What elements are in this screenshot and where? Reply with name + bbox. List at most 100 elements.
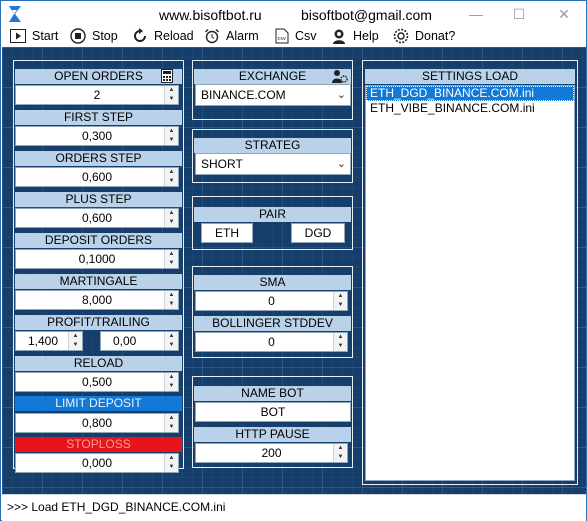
menu-alarm[interactable]: Alarm bbox=[204, 27, 259, 45]
spin-down-icon[interactable]: ▼ bbox=[334, 301, 347, 310]
spinner-arrows[interactable]: ▲ ▼ bbox=[333, 333, 347, 351]
deposit-orders-spinner[interactable]: 0,1000 ▲ ▼ bbox=[15, 249, 179, 269]
spin-up-icon[interactable]: ▲ bbox=[165, 250, 178, 259]
orders-step-spinner[interactable]: 0,600 ▲ ▼ bbox=[15, 167, 179, 187]
limit-deposit-value: 0,800 bbox=[81, 416, 113, 430]
http-pause-label: HTTP PAUSE bbox=[194, 427, 351, 442]
play-icon bbox=[10, 29, 26, 43]
spinner-arrows[interactable]: ▲ ▼ bbox=[164, 209, 178, 227]
app-logo-icon bbox=[9, 6, 21, 22]
limit-deposit-spinner[interactable]: 0,800 ▲ ▼ bbox=[15, 413, 179, 433]
bollinger-spinner[interactable]: 0 ▲ ▼ bbox=[195, 332, 348, 352]
pair-label: PAIR bbox=[194, 207, 351, 222]
http-pause-spinner[interactable]: 200 ▲ ▼ bbox=[195, 443, 348, 463]
menu-csv-label: Csv bbox=[295, 29, 317, 43]
first-step-value: 0,300 bbox=[81, 129, 113, 143]
spin-down-icon[interactable]: ▼ bbox=[69, 341, 82, 350]
spin-down-icon[interactable]: ▼ bbox=[165, 341, 178, 350]
first-step-spinner[interactable]: 0,300 ▲ ▼ bbox=[15, 126, 179, 146]
pair-quote-field[interactable]: DGD bbox=[291, 223, 345, 243]
spin-down-icon[interactable]: ▼ bbox=[334, 342, 347, 351]
svg-text:csv: csv bbox=[278, 36, 286, 42]
spin-down-icon[interactable]: ▼ bbox=[165, 95, 178, 104]
spinner-arrows[interactable]: ▲ ▼ bbox=[164, 127, 178, 145]
reload-label: RELOAD bbox=[15, 356, 182, 371]
profit-spinner[interactable]: 1,400 ▲ ▼ bbox=[15, 331, 83, 351]
spin-down-icon[interactable]: ▼ bbox=[165, 300, 178, 309]
close-button[interactable]: ✕ bbox=[544, 1, 584, 27]
spin-down-icon[interactable]: ▼ bbox=[165, 218, 178, 227]
settings-file-item[interactable]: ETH_DGD_BINANCE.COM.ini bbox=[366, 86, 574, 101]
calculator-icon[interactable] bbox=[161, 69, 173, 83]
menu-stop-label: Stop bbox=[92, 29, 118, 43]
spin-down-icon[interactable]: ▼ bbox=[165, 423, 178, 432]
help-support-icon bbox=[333, 29, 345, 44]
menu-stop[interactable]: Stop bbox=[70, 27, 118, 45]
spin-up-icon[interactable]: ▲ bbox=[334, 292, 347, 301]
spinner-arrows[interactable]: ▲ ▼ bbox=[164, 86, 178, 104]
spinner-arrows[interactable]: ▲ ▼ bbox=[164, 454, 178, 472]
menu-reload[interactable]: Reload bbox=[132, 27, 194, 45]
spinner-arrows[interactable]: ▲ ▼ bbox=[333, 444, 347, 462]
spin-up-icon[interactable]: ▲ bbox=[165, 373, 178, 382]
status-bar: >>> Load ETH_DGD_BINANCE.COM.ini bbox=[2, 494, 586, 521]
spin-down-icon[interactable]: ▼ bbox=[165, 463, 178, 472]
menu-donat[interactable]: Donat? bbox=[393, 27, 455, 45]
menu-csv[interactable]: csv Csv bbox=[275, 27, 317, 45]
reload-value: 0,500 bbox=[81, 375, 113, 389]
spin-up-icon[interactable]: ▲ bbox=[165, 168, 178, 177]
bollinger-label: BOLLINGER STDDEV bbox=[194, 316, 351, 331]
sma-spinner[interactable]: 0 ▲ ▼ bbox=[195, 291, 348, 311]
strateg-select[interactable]: SHORT ⌄ bbox=[195, 153, 351, 175]
reload-spinner[interactable]: 0,500 ▲ ▼ bbox=[15, 372, 179, 392]
menu-help[interactable]: Help bbox=[331, 27, 379, 45]
spin-up-icon[interactable]: ▲ bbox=[69, 332, 82, 341]
exchange-label: EXCHANGE bbox=[194, 69, 351, 84]
name-bot-field[interactable]: BOT bbox=[195, 402, 351, 422]
pair-base-field[interactable]: ETH bbox=[201, 223, 253, 243]
spin-down-icon[interactable]: ▼ bbox=[334, 453, 347, 462]
menu-reload-label: Reload bbox=[154, 29, 194, 43]
spinner-arrows[interactable]: ▲ ▼ bbox=[164, 168, 178, 186]
orders-step-value: 0,600 bbox=[81, 170, 113, 184]
spinner-arrows[interactable]: ▲ ▼ bbox=[164, 291, 178, 309]
user-settings-icon[interactable] bbox=[332, 69, 348, 84]
exchange-value: BINANCE.COM bbox=[201, 88, 286, 102]
settings-file-list[interactable]: ETH_DGD_BINANCE.COM.ini ETH_VIBE_BINANCE… bbox=[365, 85, 575, 481]
app-window: www.bisoftbot.ru bisoftbot@gmail.com — ☐… bbox=[0, 0, 587, 521]
spinner-arrows[interactable]: ▲ ▼ bbox=[164, 414, 178, 432]
martingale-spinner[interactable]: 8,000 ▲ ▼ bbox=[15, 290, 179, 310]
spin-up-icon[interactable]: ▲ bbox=[334, 444, 347, 453]
spin-up-icon[interactable]: ▲ bbox=[165, 414, 178, 423]
spinner-arrows[interactable]: ▲ ▼ bbox=[164, 373, 178, 391]
spinner-arrows[interactable]: ▲ ▼ bbox=[333, 292, 347, 310]
maximize-button[interactable]: ☐ bbox=[499, 1, 539, 27]
spin-up-icon[interactable]: ▲ bbox=[165, 454, 178, 463]
minimize-button[interactable]: — bbox=[456, 1, 496, 27]
open-orders-spinner[interactable]: 2 ▲ ▼ bbox=[15, 85, 179, 105]
spin-down-icon[interactable]: ▼ bbox=[165, 136, 178, 145]
spin-down-icon[interactable]: ▼ bbox=[165, 259, 178, 268]
stoploss-spinner[interactable]: 0,000 ▲ ▼ bbox=[15, 453, 179, 473]
exchange-select[interactable]: BINANCE.COM ⌄ bbox=[195, 84, 351, 106]
reload-icon bbox=[134, 28, 146, 42]
trailing-spinner[interactable]: 0,00 ▲ ▼ bbox=[100, 331, 179, 351]
spinner-arrows[interactable]: ▲ ▼ bbox=[164, 250, 178, 268]
settings-file-item[interactable]: ETH_VIBE_BINANCE.COM.ini bbox=[366, 101, 574, 116]
spin-up-icon[interactable]: ▲ bbox=[334, 333, 347, 342]
plus-step-spinner[interactable]: 0,600 ▲ ▼ bbox=[15, 208, 179, 228]
menu-start[interactable]: Start bbox=[10, 27, 58, 45]
spin-up-icon[interactable]: ▲ bbox=[165, 86, 178, 95]
chevron-down-icon: ⌄ bbox=[336, 158, 346, 170]
spinner-arrows[interactable]: ▲ ▼ bbox=[68, 332, 82, 350]
spin-up-icon[interactable]: ▲ bbox=[165, 209, 178, 218]
spin-down-icon[interactable]: ▼ bbox=[165, 382, 178, 391]
email-title: bisoftbot@gmail.com bbox=[301, 7, 432, 23]
spin-down-icon[interactable]: ▼ bbox=[165, 177, 178, 186]
strateg-value: SHORT bbox=[201, 157, 243, 171]
title-bar: www.bisoftbot.ru bisoftbot@gmail.com — ☐… bbox=[1, 1, 586, 27]
spin-up-icon[interactable]: ▲ bbox=[165, 127, 178, 136]
spinner-arrows[interactable]: ▲ ▼ bbox=[164, 332, 178, 350]
spin-up-icon[interactable]: ▲ bbox=[165, 332, 178, 341]
spin-up-icon[interactable]: ▲ bbox=[165, 291, 178, 300]
